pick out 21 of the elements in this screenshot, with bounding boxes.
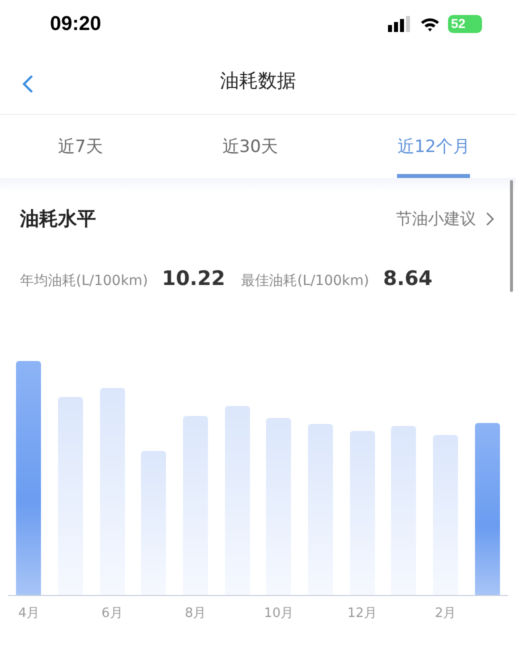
- stat-label: 最佳油耗(L/100km): [241, 272, 370, 290]
- page-title: 油耗数据: [220, 69, 296, 94]
- month-label: 8月: [184, 605, 206, 622]
- period-tab[interactable]: 近30天: [222, 115, 278, 178]
- month-label: 2月: [434, 605, 456, 622]
- month-label: 10月: [264, 605, 294, 622]
- wifi-icon: [420, 16, 440, 32]
- stat-value: 8.64: [383, 266, 432, 290]
- stat-label: 年均油耗(L/100km): [20, 272, 148, 290]
- back-icon: [22, 74, 34, 94]
- month-label: 6月: [102, 605, 123, 622]
- period-tab[interactable]: 近7天: [58, 115, 103, 178]
- stat-value: 10.22: [162, 266, 226, 290]
- chevron-right-icon: [486, 212, 494, 226]
- month-label: 12月: [347, 605, 377, 622]
- month-label: 4月: [18, 605, 40, 622]
- tips-link[interactable]: 节油小建议: [396, 208, 494, 230]
- battery-level: 52: [448, 15, 482, 33]
- status-time: 09:20: [50, 12, 102, 36]
- section-title: 油耗水平: [20, 207, 96, 232]
- signal-icon: [388, 16, 412, 32]
